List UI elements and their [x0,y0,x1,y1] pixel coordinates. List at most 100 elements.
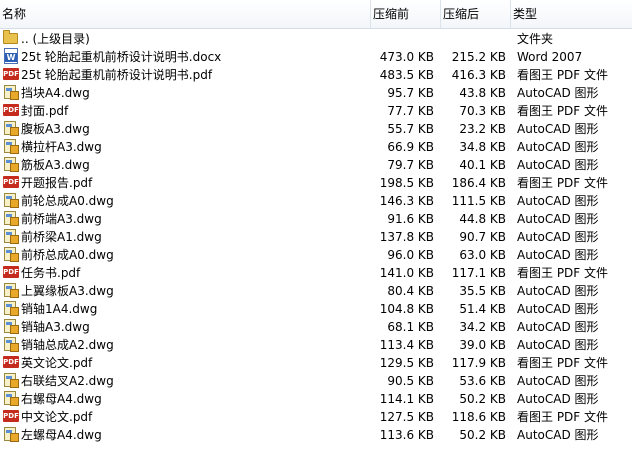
file-row[interactable]: 前轮总成A0.dwg 146.3 KB 111.5 KB AutoCAD 图形 [0,192,632,210]
column-header: 名称 压缩前 压缩后 类型 [0,0,632,29]
file-row[interactable]: .. (上级目录) 文件夹 [0,30,632,48]
autocad-icon [3,426,19,442]
file-name: 封面.pdf [21,104,69,118]
file-row[interactable]: PDF 任务书.pdf 141.0 KB 117.1 KB 看图王 PDF 文件 [0,264,632,282]
pdf-icon: PDF [3,410,19,422]
file-name: 销轴1A4.dwg [21,302,98,316]
autocad-icon [3,336,19,352]
file-row[interactable]: 筋板A3.dwg 79.7 KB 40.1 KB AutoCAD 图形 [0,156,632,174]
file-list: .. (上级目录) 文件夹 W 25t 轮胎起重机前桥设计说明书.docx 473.0 … [0,30,632,444]
file-name: 前桥总成A0.dwg [21,248,114,262]
file-row[interactable]: 前桥梁A1.dwg 137.8 KB 90.7 KB AutoCAD 图形 [0,228,632,246]
compressed-size: 117.1 KB [451,266,506,280]
file-row[interactable]: 销轴总成A2.dwg 113.4 KB 39.0 KB AutoCAD 图形 [0,336,632,354]
file-row[interactable]: 前桥端A3.dwg 91.6 KB 44.8 KB AutoCAD 图形 [0,210,632,228]
autocad-icon [3,156,19,172]
compressed-size: 39.0 KB [459,338,506,352]
original-size: 104.8 KB [379,302,434,316]
compressed-size: 51.4 KB [459,302,506,316]
file-type: 看图王 PDF 文件 [517,68,609,82]
file-name: 开题报告.pdf [21,176,93,190]
file-row[interactable]: 右联结叉A2.dwg 90.5 KB 53.6 KB AutoCAD 图形 [0,372,632,390]
file-name: 前桥端A3.dwg [21,212,102,226]
file-type: AutoCAD 图形 [517,338,599,352]
file-type: AutoCAD 图形 [517,140,599,154]
file-name: 右联结叉A2.dwg [21,374,114,388]
column-compressed-size[interactable]: 压缩后 [440,0,510,28]
pdf-icon: PDF [3,266,19,278]
file-type: Word 2007 [517,50,583,64]
original-size: 113.6 KB [379,428,434,442]
original-size: 146.3 KB [379,194,434,208]
file-type: AutoCAD 图形 [517,212,599,226]
original-size: 137.8 KB [379,230,434,244]
column-original-size[interactable]: 压缩前 [370,0,440,28]
file-row[interactable]: 销轴1A4.dwg 104.8 KB 51.4 KB AutoCAD 图形 [0,300,632,318]
original-size: 473.0 KB [379,50,434,64]
file-row[interactable]: PDF 封面.pdf 77.7 KB 70.3 KB 看图王 PDF 文件 [0,102,632,120]
compressed-size: 40.1 KB [459,158,506,172]
compressed-size: 34.8 KB [459,140,506,154]
compressed-size: 50.2 KB [459,392,506,406]
autocad-icon [3,300,19,316]
file-name: 中文论文.pdf [21,410,93,424]
file-name: 上翼缘板A3.dwg [21,284,114,298]
file-row[interactable]: 腹板A3.dwg 55.7 KB 23.2 KB AutoCAD 图形 [0,120,632,138]
folder-icon [3,30,19,46]
file-row[interactable]: 横拉杆A3.dwg 66.9 KB 34.8 KB AutoCAD 图形 [0,138,632,156]
file-type: AutoCAD 图形 [517,302,599,316]
original-size: 95.7 KB [387,86,434,100]
compressed-size: 186.4 KB [451,176,506,190]
file-row[interactable]: PDF 开题报告.pdf 198.5 KB 186.4 KB 看图王 PDF 文件 [0,174,632,192]
original-size: 90.5 KB [387,374,434,388]
original-size: 483.5 KB [379,68,434,82]
original-size: 80.4 KB [387,284,434,298]
compressed-size: 117.9 KB [451,356,506,370]
original-size: 91.6 KB [387,212,434,226]
compressed-size: 23.2 KB [459,122,506,136]
compressed-size: 35.5 KB [459,284,506,298]
autocad-icon [3,282,19,298]
autocad-icon [3,318,19,334]
original-size: 55.7 KB [387,122,434,136]
file-type: AutoCAD 图形 [517,122,599,136]
file-row[interactable]: PDF 中文论文.pdf 127.5 KB 118.6 KB 看图王 PDF 文件 [0,408,632,426]
file-row[interactable]: PDF 25t 轮胎起重机前桥设计说明书.pdf 483.5 KB 416.3 KB 看… [0,66,632,84]
compressed-size: 215.2 KB [451,50,506,64]
original-size: 96.0 KB [387,248,434,262]
compressed-size: 70.3 KB [459,104,506,118]
compressed-size: 416.3 KB [451,68,506,82]
column-type[interactable]: 类型 [510,0,632,28]
original-size: 141.0 KB [379,266,434,280]
file-row[interactable]: 销轴A3.dwg 68.1 KB 34.2 KB AutoCAD 图形 [0,318,632,336]
autocad-icon [3,210,19,226]
compressed-size: 50.2 KB [459,428,506,442]
file-row[interactable]: W 25t 轮胎起重机前桥设计说明书.docx 473.0 KB 215.2 KB Wo… [0,48,632,66]
file-name: 左螺母A4.dwg [21,428,102,442]
file-row[interactable]: 挡块A4.dwg 95.7 KB 43.8 KB AutoCAD 图形 [0,84,632,102]
file-row[interactable]: PDF 英文论文.pdf 129.5 KB 117.9 KB 看图王 PDF 文件 [0,354,632,372]
file-name: 英文论文.pdf [21,356,93,370]
original-size: 77.7 KB [387,104,434,118]
file-row[interactable]: 前桥总成A0.dwg 96.0 KB 63.0 KB AutoCAD 图形 [0,246,632,264]
file-type: 看图王 PDF 文件 [517,410,609,424]
file-name: .. (上级目录) [21,32,90,46]
file-row[interactable]: 上翼缘板A3.dwg 80.4 KB 35.5 KB AutoCAD 图形 [0,282,632,300]
original-size: 66.9 KB [387,140,434,154]
compressed-size: 44.8 KB [459,212,506,226]
file-type: 文件夹 [517,32,554,46]
compressed-size: 111.5 KB [451,194,506,208]
pdf-icon: PDF [3,176,19,188]
file-name: 前轮总成A0.dwg [21,194,114,208]
word-doc-icon: W [3,48,19,64]
file-type: AutoCAD 图形 [517,230,599,244]
column-name[interactable]: 名称 [0,0,370,28]
original-size: 127.5 KB [379,410,434,424]
file-row[interactable]: 左螺母A4.dwg 113.6 KB 50.2 KB AutoCAD 图形 [0,426,632,444]
autocad-icon [3,120,19,136]
pdf-icon: PDF [3,356,19,368]
file-row[interactable]: 右螺母A4.dwg 114.1 KB 50.2 KB AutoCAD 图形 [0,390,632,408]
file-name: 销轴总成A2.dwg [21,338,114,352]
file-type: 看图王 PDF 文件 [517,104,609,118]
file-type: AutoCAD 图形 [517,392,599,406]
